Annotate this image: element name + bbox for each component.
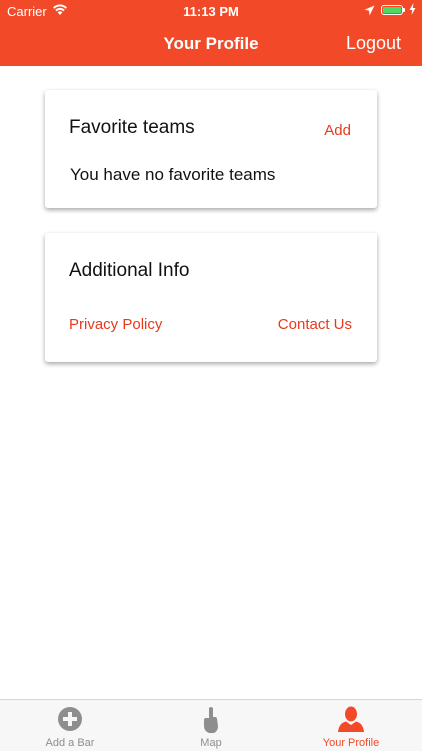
tab-your-profile[interactable]: Your Profile xyxy=(281,700,421,751)
privacy-policy-link[interactable]: Privacy Policy xyxy=(69,316,162,333)
charging-bolt-icon xyxy=(409,3,416,18)
favorite-teams-card: Favorite teams Add You have no favorite … xyxy=(45,90,377,208)
plus-circle-icon xyxy=(0,706,140,732)
navigation-bar: Your Profile Logout xyxy=(0,22,422,66)
battery-icon xyxy=(381,5,403,15)
contact-us-link[interactable]: Contact Us xyxy=(278,316,352,333)
person-icon xyxy=(281,706,421,732)
logout-button[interactable]: Logout xyxy=(346,33,401,54)
empty-teams-message: You have no favorite teams xyxy=(70,165,276,184)
header: Carrier 11:13 PM Your Profile Logout xyxy=(0,0,422,66)
battery-tip xyxy=(403,8,405,12)
status-bar: Carrier 11:13 PM xyxy=(0,0,422,22)
additional-info-title: Additional Info xyxy=(69,260,190,281)
tab-map[interactable]: Map xyxy=(141,700,281,751)
additional-info-card: Additional Info Privacy Policy Contact U… xyxy=(45,233,377,362)
favorite-teams-title: Favorite teams xyxy=(69,117,195,138)
add-team-button[interactable]: Add xyxy=(324,122,351,139)
tab-bar: Add a Bar Map Your Profile xyxy=(0,699,422,751)
hand-icon xyxy=(141,706,281,733)
tab-label: Your Profile xyxy=(322,737,380,749)
clock: 11:13 PM xyxy=(183,4,239,19)
location-arrow-icon xyxy=(364,4,375,19)
tab-label: Map xyxy=(200,737,222,749)
tab-label: Add a Bar xyxy=(45,737,95,749)
tab-add-a-bar[interactable]: Add a Bar xyxy=(0,700,140,751)
